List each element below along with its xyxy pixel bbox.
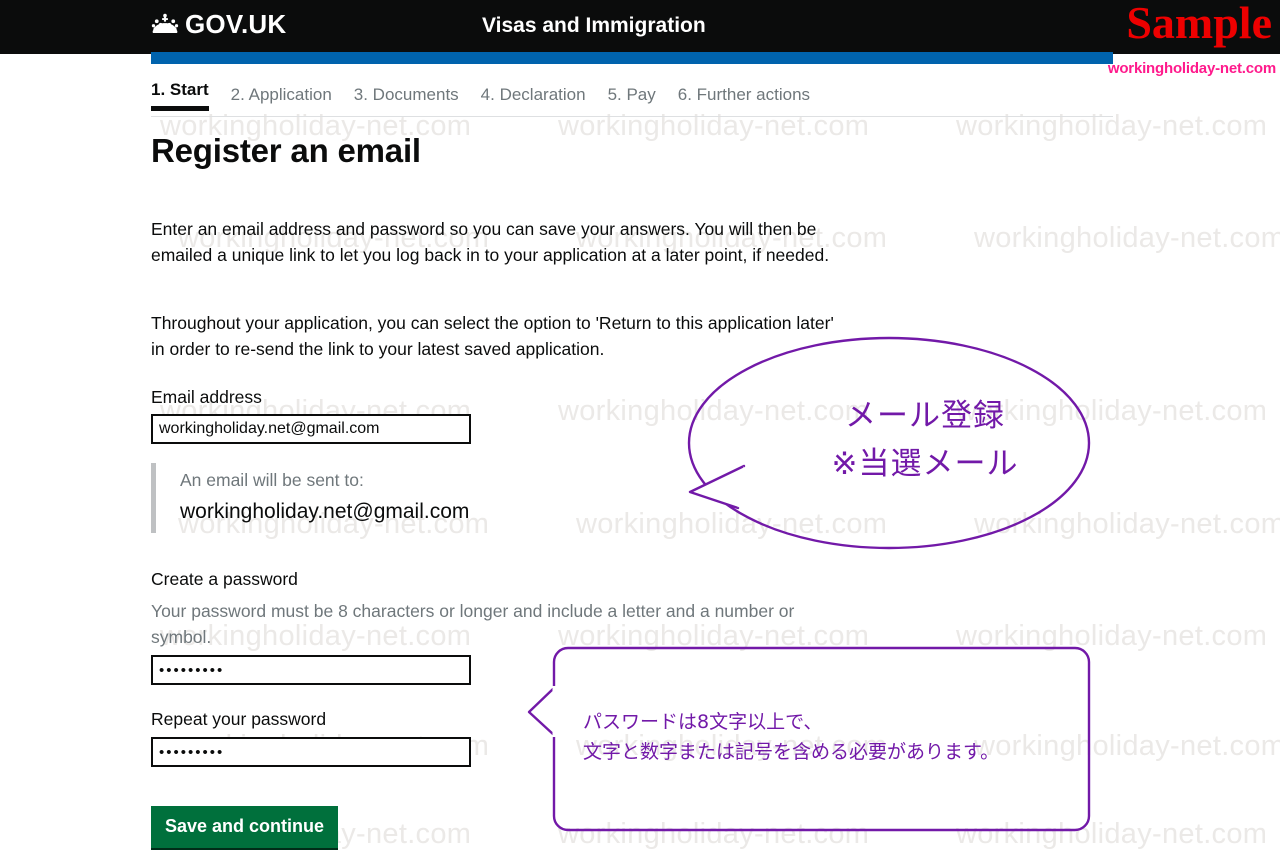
step-item-1[interactable]: 1. Start [151, 80, 209, 111]
oval-callout-line-1: メール登録 [845, 398, 1005, 434]
rect-callout-line-2: 文字と数字または記号を含める必要があります。 [583, 741, 1000, 763]
password-input[interactable] [151, 655, 471, 685]
step-item-5[interactable]: 5. Pay [608, 85, 656, 111]
email-field-label: Email address [151, 387, 262, 407]
password-hint: Your password must be 8 characters or lo… [151, 601, 795, 647]
email-input[interactable] [151, 414, 471, 444]
intro-paragraph-2: Throughout your application, you can sel… [151, 313, 834, 359]
email-confirmation-value: workingholiday.net@gmail.com [180, 500, 470, 523]
password-repeat-field-label: Repeat your password [151, 709, 327, 729]
email-confirmation-panel: An email will be sent to: workingholiday… [151, 463, 581, 533]
oval-callout-text: メール登録 ※当選メール [795, 392, 1055, 488]
sample-stamp: Sample [1126, 0, 1272, 48]
step-navigation: 1. Start 2. Application 3. Documents 4. Dec… [151, 80, 810, 111]
rect-callout-line-1: パスワードは8文字以上で、 [583, 711, 823, 733]
step-item-2[interactable]: 2. Application [231, 85, 332, 111]
nav-divider [151, 116, 1113, 117]
oval-callout-line-2: ※当選メール [831, 446, 1019, 482]
email-confirmation-title: An email will be sent to: [180, 470, 364, 490]
intro-paragraph-1: Enter an email address and password so y… [151, 219, 830, 265]
page-title: Register an email [151, 132, 421, 169]
step-item-6[interactable]: 6. Further actions [678, 85, 810, 111]
save-and-continue-button[interactable]: Save and continue [151, 806, 339, 848]
rect-callout-text: パスワードは8文字以上で、 文字と数字または記号を含める必要があります。 [583, 707, 999, 767]
site-url-label: workingholiday-net.com [1107, 60, 1276, 77]
step-item-3[interactable]: 3. Documents [354, 85, 459, 111]
password-field-label: Create a password [151, 569, 298, 589]
step-item-4[interactable]: 4. Declaration [481, 85, 586, 111]
password-repeat-input[interactable] [151, 737, 471, 767]
